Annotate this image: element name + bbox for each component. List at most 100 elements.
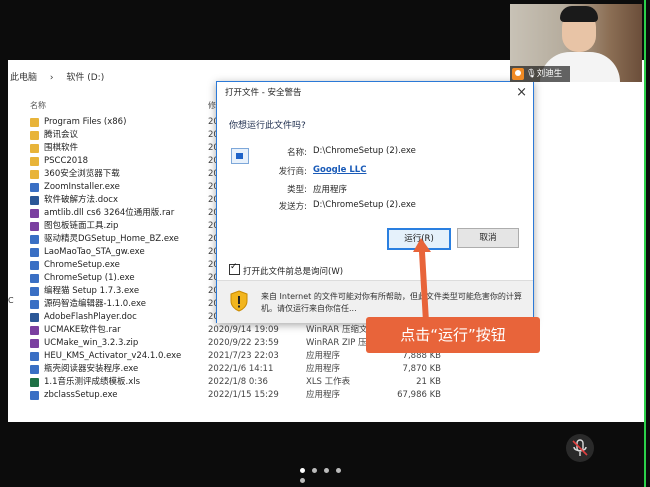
exe-icon bbox=[30, 274, 39, 283]
file-row[interactable]: UCMAKE软件包.rar 2020/9/14 19:09 WinRAR 压缩文件 bbox=[28, 324, 638, 337]
file-name: UCMAKE软件包.rar bbox=[44, 325, 121, 335]
breadcrumb-chevron-icon: › bbox=[49, 73, 54, 83]
field-value-from: D:\ChromeSetup (2).exe bbox=[313, 200, 416, 210]
field-value-type: 应用程序 bbox=[313, 185, 348, 195]
file-date: 2022/1/6 14:11 bbox=[208, 364, 274, 374]
file-name: zbclassSetup.exe bbox=[44, 390, 118, 400]
file-name: 源码智造编辑器-1.1.0.exe bbox=[44, 299, 146, 309]
file-size: 7,870 KB bbox=[402, 364, 441, 374]
close-icon[interactable]: × bbox=[516, 82, 527, 104]
dialog-question: 你想运行此文件吗? bbox=[229, 121, 306, 131]
file-row[interactable]: 瓶壳阅读器安装程序.exe 2022/1/6 14:11 应用程序 7,870 KB bbox=[28, 363, 638, 376]
column-header-modified[interactable]: 修 bbox=[208, 100, 216, 111]
file-name: 软件破解方法.docx bbox=[44, 195, 119, 205]
file-type: 应用程序 bbox=[306, 390, 341, 400]
checkbox-box[interactable] bbox=[229, 262, 240, 275]
exe-icon bbox=[30, 352, 39, 361]
exe-icon bbox=[30, 261, 39, 270]
pager-dot[interactable] bbox=[300, 478, 305, 483]
breadcrumb-item-drive[interactable]: 软件 (D:) bbox=[66, 73, 104, 83]
folder-icon bbox=[30, 118, 39, 127]
field-label-type: 类型: bbox=[287, 185, 307, 195]
screen-edge-indicator bbox=[644, 0, 646, 487]
file-name: amtlib.dll cs6 3264位通用版.rar bbox=[44, 208, 175, 218]
pager-dot[interactable] bbox=[312, 468, 317, 473]
cancel-button[interactable]: 取消 bbox=[457, 228, 519, 248]
exe-icon bbox=[30, 300, 39, 309]
file-type: 应用程序 bbox=[306, 351, 341, 361]
publisher-link[interactable]: Google LLC bbox=[313, 165, 366, 175]
exe-icon bbox=[30, 391, 39, 400]
file-name: ChromeSetup (1).exe bbox=[44, 273, 135, 283]
file-name: 驱动精灵DGSetup_Home_BZ.exe bbox=[44, 234, 179, 244]
field-label-publisher: 发行商: bbox=[278, 167, 307, 177]
exe-icon bbox=[30, 235, 39, 244]
file-row[interactable]: 1.1音乐测评成绩模板.xls 2022/1/8 0:36 XLS 工作表 21 KB bbox=[28, 376, 638, 389]
file-name: ZoomInstaller.exe bbox=[44, 182, 120, 192]
pager-dot[interactable] bbox=[324, 468, 329, 473]
file-name: LaoMaoTao_STA_gw.exe bbox=[44, 247, 145, 257]
file-date: 2022/1/15 15:29 bbox=[208, 390, 279, 400]
field-value-name: D:\ChromeSetup (2).exe bbox=[313, 146, 416, 156]
file-name: 360安全浏览器下载 bbox=[44, 169, 120, 179]
exe-icon bbox=[30, 287, 39, 296]
file-name: HEU_KMS_Activator_v24.1.0.exe bbox=[44, 351, 182, 361]
instruction-callout: 点击“运行”按钮 bbox=[366, 317, 540, 353]
xls-icon bbox=[30, 378, 39, 387]
file-type: 应用程序 bbox=[306, 364, 341, 374]
always-ask-checkbox[interactable]: 打开此文件前总是询问(W) bbox=[229, 262, 344, 277]
pager-dot[interactable] bbox=[336, 468, 341, 473]
folder-icon bbox=[30, 157, 39, 166]
checkbox-label: 打开此文件前总是询问(W) bbox=[243, 267, 344, 277]
zip-icon bbox=[30, 339, 39, 348]
video-thumbnail[interactable]: 🎙刘迪生 bbox=[510, 4, 642, 82]
nav-pane-item[interactable]: C bbox=[8, 296, 14, 305]
folder-icon bbox=[30, 131, 39, 140]
folder-icon bbox=[30, 144, 39, 153]
file-name: 1.1音乐测评成绩模板.xls bbox=[44, 377, 141, 387]
file-name: UCMake_win_3.2.3.zip bbox=[44, 338, 139, 348]
field-label-name: 名称: bbox=[287, 148, 307, 158]
file-size: 67,986 KB bbox=[397, 390, 441, 400]
file-name: 瓶壳阅读器安装程序.exe bbox=[44, 364, 139, 374]
file-name: AdobeFlashPlayer.doc bbox=[44, 312, 137, 322]
file-row[interactable]: zbclassSetup.exe 2022/1/15 15:29 应用程序 67,98… bbox=[28, 389, 638, 402]
file-type: XLS 工作表 bbox=[306, 377, 351, 387]
exe-icon bbox=[30, 183, 39, 192]
application-icon bbox=[231, 148, 249, 164]
participant-namebar: 🎙刘迪生 bbox=[510, 66, 570, 82]
field-label-from: 发送方: bbox=[278, 202, 307, 212]
file-row[interactable]: HEU_KMS_Activator_v24.1.0.exe 2021/7/23 2… bbox=[28, 350, 638, 363]
file-date: 2022/1/8 0:36 bbox=[208, 377, 268, 387]
shield-warning-icon bbox=[230, 290, 248, 312]
file-name: 腾讯会议 bbox=[44, 130, 79, 140]
pager-dots bbox=[300, 466, 352, 483]
warning-text: 来自 Internet 的文件可能对你有所帮助，但此文件类型可能危害你的计算机。… bbox=[261, 292, 522, 313]
folder-icon bbox=[30, 170, 39, 179]
breadcrumb-item-this-pc[interactable]: 此电脑 bbox=[10, 73, 37, 83]
doc-icon bbox=[30, 313, 39, 322]
file-name: ChromeSetup.exe bbox=[44, 260, 120, 270]
doc-icon bbox=[30, 196, 39, 205]
file-date: 2020/9/14 19:09 bbox=[208, 325, 279, 335]
file-name: 图包板链面工具.zip bbox=[44, 221, 119, 231]
file-date: 2021/7/23 22:03 bbox=[208, 351, 279, 361]
mic-muted-button[interactable] bbox=[566, 434, 594, 462]
file-name: PSCC2018 bbox=[44, 156, 89, 166]
exe-icon bbox=[30, 248, 39, 257]
rar-icon bbox=[30, 209, 39, 218]
file-name: 编程猫 Setup 1.7.3.exe bbox=[44, 286, 140, 296]
file-row[interactable]: UCMake_win_3.2.3.zip 2020/9/22 23:59 WinRA… bbox=[28, 337, 638, 350]
mic-muted-icon bbox=[572, 439, 588, 456]
mic-small-icon: 🎙 bbox=[526, 69, 537, 79]
file-name: Program Files (x86) bbox=[44, 117, 127, 127]
pager-dot[interactable] bbox=[300, 468, 305, 473]
column-header-name[interactable]: 名称 bbox=[30, 100, 46, 111]
dialog-title: 打开文件 - 安全警告 bbox=[225, 88, 302, 98]
security-warning-dialog: 打开文件 - 安全警告 × 你想运行此文件吗? 名称: D:\ChromeSet… bbox=[216, 81, 534, 323]
file-size: 21 KB bbox=[416, 377, 441, 387]
rar-icon bbox=[30, 326, 39, 335]
zip-icon bbox=[30, 222, 39, 231]
exe-icon bbox=[30, 365, 39, 374]
user-icon bbox=[512, 67, 524, 80]
